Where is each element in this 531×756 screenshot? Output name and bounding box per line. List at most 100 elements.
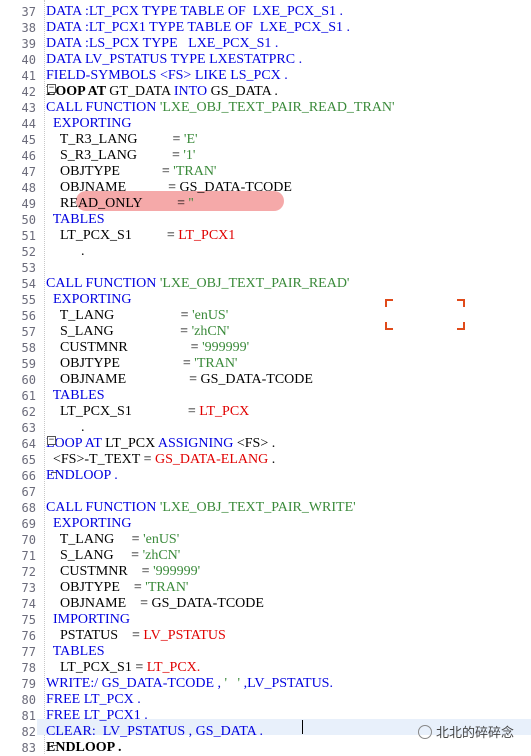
line-number: 37 <box>21 5 36 19</box>
code-line[interactable]: 57 S_LANG = 'zhCN' <box>0 324 531 340</box>
line-number: 47 <box>21 165 36 179</box>
code-token: ENDLOOP . <box>46 468 118 483</box>
line-number: 80 <box>21 693 36 707</box>
line-code: S_R3_LANG = '1' <box>46 148 195 164</box>
line-code: CLEAR: LV_PSTATUS , GS_DATA . <box>46 724 263 740</box>
code-line[interactable]: 80 FREE LT_PCX . <box>0 692 531 708</box>
code-token: T_LANG = <box>46 532 144 547</box>
code-line[interactable]: 79 WRITE:/ GS_DATA-TCODE , ' ' ,LV_PSTATU… <box>0 676 531 692</box>
code-line[interactable]: 75 IMPORTING <box>0 612 531 628</box>
code-line[interactable]: 43 CALL FUNCTION 'LXE_OBJ_TEXT_PAIR_READ_… <box>0 100 531 116</box>
line-code: OBJTYPE = 'TRAN' <box>46 580 188 596</box>
line-code: . <box>46 244 85 260</box>
fold-toggle-42[interactable]: − <box>47 84 56 93</box>
code-line[interactable]: 60 OBJNAME = GS_DATA-TCODE <box>0 372 531 388</box>
code-line[interactable]: 49 READ_ONLY = '' <box>0 196 531 212</box>
code-token: TABLES <box>46 388 105 403</box>
code-line[interactable]: 66 ENDLOOP . <box>0 468 531 484</box>
code-line[interactable]: 39 DATA :LS_PCX TYPE LXE_PCX_S1 . <box>0 36 531 52</box>
code-token: TABLES <box>46 212 105 227</box>
code-token: INTO <box>173 84 211 99</box>
line-code: CALL FUNCTION 'LXE_OBJ_TEXT_PAIR_WRITE' <box>46 500 356 516</box>
code-line[interactable]: 48 OBJNAME = GS_DATA-TCODE <box>0 180 531 196</box>
code-line[interactable]: 76 PSTATUS = LV_PSTATUS <box>0 628 531 644</box>
line-number: 55 <box>21 293 36 307</box>
code-token: <FS>-T_TEXT = <box>46 452 155 467</box>
code-editor[interactable]: 37 DATA :LT_PCX TYPE TABLE OF LXE_PCX_S1 … <box>0 0 531 755</box>
code-line[interactable]: 71 S_LANG = 'zhCN' <box>0 548 531 564</box>
code-line[interactable]: 58 CUSTMNR = '999999' <box>0 340 531 356</box>
line-number: 40 <box>21 53 36 67</box>
code-line[interactable]: 59 OBJTYPE = 'TRAN' <box>0 356 531 372</box>
line-number: 49 <box>21 197 36 211</box>
line-number: 50 <box>21 213 36 227</box>
code-token: T_LANG = <box>46 308 193 323</box>
line-number: 43 <box>21 101 36 115</box>
line-code: LT_PCX_S1 = LT_PCX1 <box>46 228 235 244</box>
code-line[interactable]: 52 . <box>0 244 531 260</box>
code-token: DATA :LT_PCX TYPE TABLE OF LXE_PCX_S1 . <box>46 4 343 19</box>
code-line[interactable]: 51 LT_PCX_S1 = LT_PCX1 <box>0 228 531 244</box>
fold-toggle-64[interactable]: − <box>47 436 56 445</box>
code-line[interactable]: 38 DATA :LT_PCX1 TYPE TABLE OF LXE_PCX_S1… <box>0 20 531 36</box>
code-token: <FS> . <box>236 436 276 451</box>
code-line[interactable]: 53 <box>0 260 531 276</box>
code-token: LT_PCX. <box>146 660 201 675</box>
line-number: 61 <box>21 389 36 403</box>
line-number: 73 <box>21 581 36 595</box>
line-code: DATA :LS_PCX TYPE LXE_PCX_S1 . <box>46 36 278 52</box>
code-line[interactable]: 54 CALL FUNCTION 'LXE_OBJ_TEXT_PAIR_READ' <box>0 276 531 292</box>
line-code: EXPORTING <box>46 292 132 308</box>
line-code: CALL FUNCTION 'LXE_OBJ_TEXT_PAIR_READ_TR… <box>46 100 395 116</box>
line-number: 62 <box>21 405 36 419</box>
code-token: '999999' <box>153 564 201 579</box>
line-code: <FS>-T_TEXT = GS_DATA-ELANG . <box>46 452 275 468</box>
code-token: S_LANG = <box>46 548 143 563</box>
code-line[interactable]: 55 EXPORTING <box>0 292 531 308</box>
code-line[interactable]: 70 T_LANG = 'enUS' <box>0 532 531 548</box>
code-line[interactable]: 62 LT_PCX_S1 = LT_PCX <box>0 404 531 420</box>
code-token: DATA LV_PSTATUS TYPE LXESTATPRC . <box>46 52 303 67</box>
code-token: OBJNAME = GS_DATA-TCODE <box>46 596 264 611</box>
line-number: 72 <box>21 565 36 579</box>
code-line[interactable]: 67 <box>0 484 531 500</box>
wechat-icon <box>418 724 432 739</box>
code-token: LT_PCX_S1 = <box>46 660 147 675</box>
code-line[interactable]: 47 OBJTYPE = 'TRAN' <box>0 164 531 180</box>
code-line[interactable]: 64 LOOP AT LT_PCX ASSIGNING <FS> . <box>0 436 531 452</box>
code-line[interactable]: 41 FIELD-SYMBOLS <FS> LIKE LS_PCX . <box>0 68 531 84</box>
line-code: T_LANG = 'enUS' <box>46 532 180 548</box>
code-line[interactable]: 72 CUSTMNR = '999999' <box>0 564 531 580</box>
code-line[interactable]: 44 EXPORTING <box>0 116 531 132</box>
watermark: 北北的碎碎念 <box>418 722 514 741</box>
code-token: LV_PSTATUS <box>143 628 226 643</box>
line-number: 79 <box>21 677 36 691</box>
code-line[interactable]: 73 OBJTYPE = 'TRAN' <box>0 580 531 596</box>
code-line[interactable]: 77 TABLES <box>0 644 531 660</box>
code-token: 'enUS' <box>143 532 180 547</box>
code-token: 'zhCN' <box>142 548 181 563</box>
code-token: EXPORTING <box>46 292 132 307</box>
code-line[interactable]: 69 EXPORTING <box>0 516 531 532</box>
code-line[interactable]: 50 TABLES <box>0 212 531 228</box>
code-line[interactable]: 65 <FS>-T_TEXT = GS_DATA-ELANG . <box>0 452 531 468</box>
code-line[interactable]: 45 T_R3_LANG = 'E' <box>0 132 531 148</box>
code-line[interactable]: 56 T_LANG = 'enUS' <box>0 308 531 324</box>
line-number: 60 <box>21 373 36 387</box>
code-token: ' ' <box>224 676 241 691</box>
code-token: S_R3_LANG = <box>46 148 184 163</box>
code-line[interactable]: 63 . <box>0 420 531 436</box>
code-line[interactable]: 42 LOOP AT GT_DATA INTO GS_DATA . <box>0 84 531 100</box>
code-line[interactable]: 68 CALL FUNCTION 'LXE_OBJ_TEXT_PAIR_WRITE… <box>0 500 531 516</box>
code-line[interactable]: 46 S_R3_LANG = '1' <box>0 148 531 164</box>
code-line[interactable]: 61 TABLES <box>0 388 531 404</box>
code-line[interactable]: 37 DATA :LT_PCX TYPE TABLE OF LXE_PCX_S1 … <box>0 4 531 20</box>
line-code: READ_ONLY = '' <box>46 196 194 212</box>
code-line[interactable]: 74 OBJNAME = GS_DATA-TCODE <box>0 596 531 612</box>
code-token: LT_PCX <box>105 436 158 451</box>
code-token: ,LV_PSTATUS. <box>240 676 333 691</box>
code-line[interactable]: 40 DATA LV_PSTATUS TYPE LXESTATPRC . <box>0 52 531 68</box>
line-number: 70 <box>21 533 36 547</box>
line-number: 56 <box>21 309 36 323</box>
code-line[interactable]: 78 LT_PCX_S1 = LT_PCX. <box>0 660 531 676</box>
